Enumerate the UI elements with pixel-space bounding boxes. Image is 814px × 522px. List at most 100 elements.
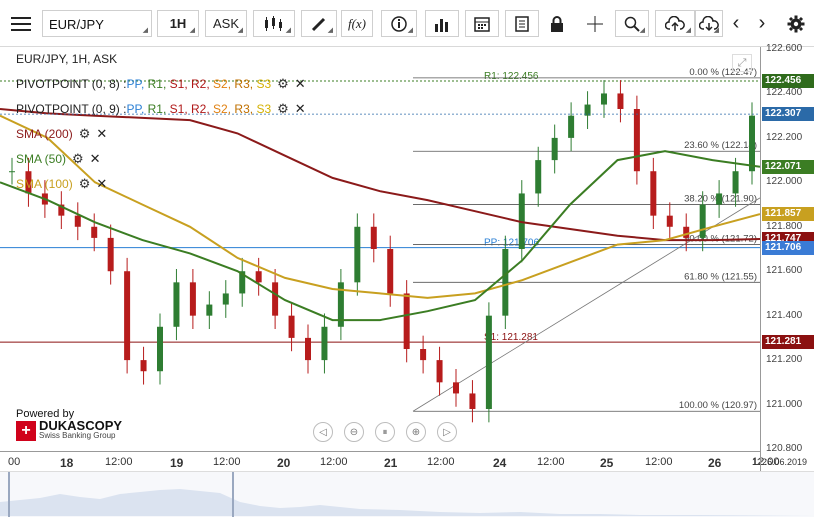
scroll-right-button[interactable]: › — [752, 10, 772, 37]
close-icon[interactable]: ✕ — [96, 126, 107, 142]
dropdown-caret-icon: ◢ — [639, 27, 645, 34]
pan-left-button[interactable]: ◁ — [313, 422, 333, 442]
candle-body — [749, 115, 755, 172]
info-button[interactable]: ◢ — [381, 10, 417, 37]
chart-type-button[interactable]: ◢ — [253, 10, 295, 37]
close-icon[interactable]: ✕ — [295, 101, 306, 117]
y-tick-label: 121.800 — [766, 220, 803, 232]
zoom-icon — [624, 16, 640, 32]
s3-label: S3 — [256, 102, 272, 116]
candle-body — [370, 226, 377, 249]
close-icon[interactable]: ✕ — [295, 76, 306, 92]
close-icon[interactable]: ✕ — [90, 151, 101, 167]
fx-label: f(x) — [347, 15, 367, 31]
report-button[interactable] — [505, 10, 539, 37]
navigator-panel[interactable] — [0, 471, 814, 517]
crosshair-button[interactable] — [583, 10, 607, 37]
zoom-button[interactable]: ◢ — [615, 10, 649, 37]
chart-title-text: EUR/JPY, 1H, ASK — [16, 52, 118, 66]
indicators-button[interactable]: f(x) — [341, 10, 373, 37]
candle-body — [453, 382, 459, 394]
price-side-value: ASK — [212, 16, 239, 31]
pp-label: PP, — [126, 102, 145, 116]
gear-icon[interactable]: ⚙ — [79, 176, 91, 192]
pp-label: PP, — [126, 77, 145, 91]
candle-body — [173, 282, 180, 327]
chevron-right-icon: › — [758, 12, 766, 34]
candle-body — [551, 137, 558, 161]
candle-body — [699, 204, 706, 238]
x-tick-label: 12:00 — [427, 456, 455, 468]
pivot-label: PP: 121.706 — [484, 238, 539, 249]
candle-body — [272, 282, 279, 316]
info-icon — [391, 15, 407, 32]
y-tick-label: 122.400 — [766, 87, 803, 99]
navigator-right-handle[interactable] — [232, 472, 234, 517]
download-button[interactable]: ◢ — [695, 10, 723, 37]
s1-label: S1, — [169, 102, 188, 116]
legend-pivot-2: PIVOTPOINT (0, 9) : PP, R1, S1, R2, S2, … — [16, 101, 306, 117]
candle-body — [633, 109, 640, 172]
candle-body — [189, 282, 196, 316]
upload-button[interactable]: ◢ — [655, 10, 695, 37]
navigator-chart — [0, 472, 814, 517]
volume-button[interactable] — [425, 10, 459, 37]
pan-right-button[interactable]: ▷ — [437, 422, 457, 442]
crosshair-icon — [587, 15, 603, 32]
candle-body — [140, 360, 147, 372]
price-tag: 122.456 — [762, 74, 814, 88]
candle-body — [288, 315, 295, 338]
r3-label: R3, — [234, 77, 254, 91]
lock-button[interactable] — [545, 10, 569, 37]
calendar-icon — [474, 16, 490, 32]
candle-body — [91, 226, 98, 238]
candle-body — [568, 115, 575, 138]
settings-button[interactable] — [784, 10, 808, 37]
y-tick-label: 120.800 — [766, 443, 803, 454]
dropdown-caret-icon: ◢ — [142, 27, 148, 34]
gear-icon[interactable]: ⚙ — [277, 101, 289, 117]
dropdown-caret-icon: ◢ — [327, 27, 333, 34]
price-side-select[interactable]: ASK ◢ — [205, 10, 247, 37]
reset-view-button[interactable]: ⏸ — [375, 422, 395, 442]
navigator-left-handle[interactable] — [8, 472, 10, 517]
zoom-out-icon: ⊖ — [349, 426, 359, 438]
candle-body — [305, 337, 311, 361]
triangle-right-icon: ▷ — [443, 426, 451, 438]
expand-icon[interactable]: ⤢ — [732, 54, 752, 72]
hamburger-menu-icon[interactable] — [8, 10, 34, 37]
legend-sma-50: SMA (50) ⚙ ✕ — [16, 151, 101, 167]
chart-title: EUR/JPY, 1H, ASK — [16, 52, 117, 66]
candle-body — [387, 249, 394, 294]
x-tick-label: 20 — [277, 456, 291, 470]
zoom-in-button[interactable]: ⊕ — [406, 422, 426, 442]
symbol-input[interactable]: EUR/JPY ◢ — [42, 10, 152, 37]
candle-body — [222, 293, 229, 305]
triangle-left-icon: ◁ — [319, 426, 327, 438]
legend-pivot-1: PIVOTPOINT (0, 8) : PP, R1, S1, R2, S2, … — [16, 76, 306, 92]
fib-label: 23.60 % (122.14) — [684, 140, 757, 151]
candle-body — [321, 326, 328, 361]
brand-subtitle: Swiss Banking Group — [39, 431, 116, 440]
timeframe-select[interactable]: 1H ◢ — [157, 10, 199, 37]
candle-body — [617, 93, 624, 109]
x-tick-label: 26 — [708, 456, 722, 470]
zoom-out-button[interactable]: ⊖ — [344, 422, 364, 442]
pivot-label: R1: 122.456 — [484, 71, 539, 82]
y-tick-label: 122.600 — [766, 43, 803, 54]
price-tag: 121.857 — [762, 207, 814, 222]
pivot-1-name: PIVOTPOINT (0, 8) — [16, 77, 120, 91]
close-icon[interactable]: ✕ — [96, 176, 107, 192]
gear-icon[interactable]: ⚙ — [277, 76, 289, 92]
s1-label: S1, — [169, 77, 188, 91]
reset-icon: ⏸ — [382, 426, 388, 438]
gear-icon[interactable]: ⚙ — [79, 126, 91, 142]
calendar-button[interactable] — [465, 10, 499, 37]
s2-label: S2, — [213, 102, 232, 116]
scroll-left-button[interactable]: ‹ — [726, 10, 746, 37]
candle-body — [206, 304, 213, 316]
y-axis[interactable]: 122.600 122.400 122.200 122.000 121.800 121.6… — [760, 43, 814, 471]
drawing-tools-button[interactable]: ◢ — [301, 10, 337, 37]
dropdown-caret-icon: ◢ — [237, 27, 243, 34]
gear-icon[interactable]: ⚙ — [72, 151, 84, 167]
